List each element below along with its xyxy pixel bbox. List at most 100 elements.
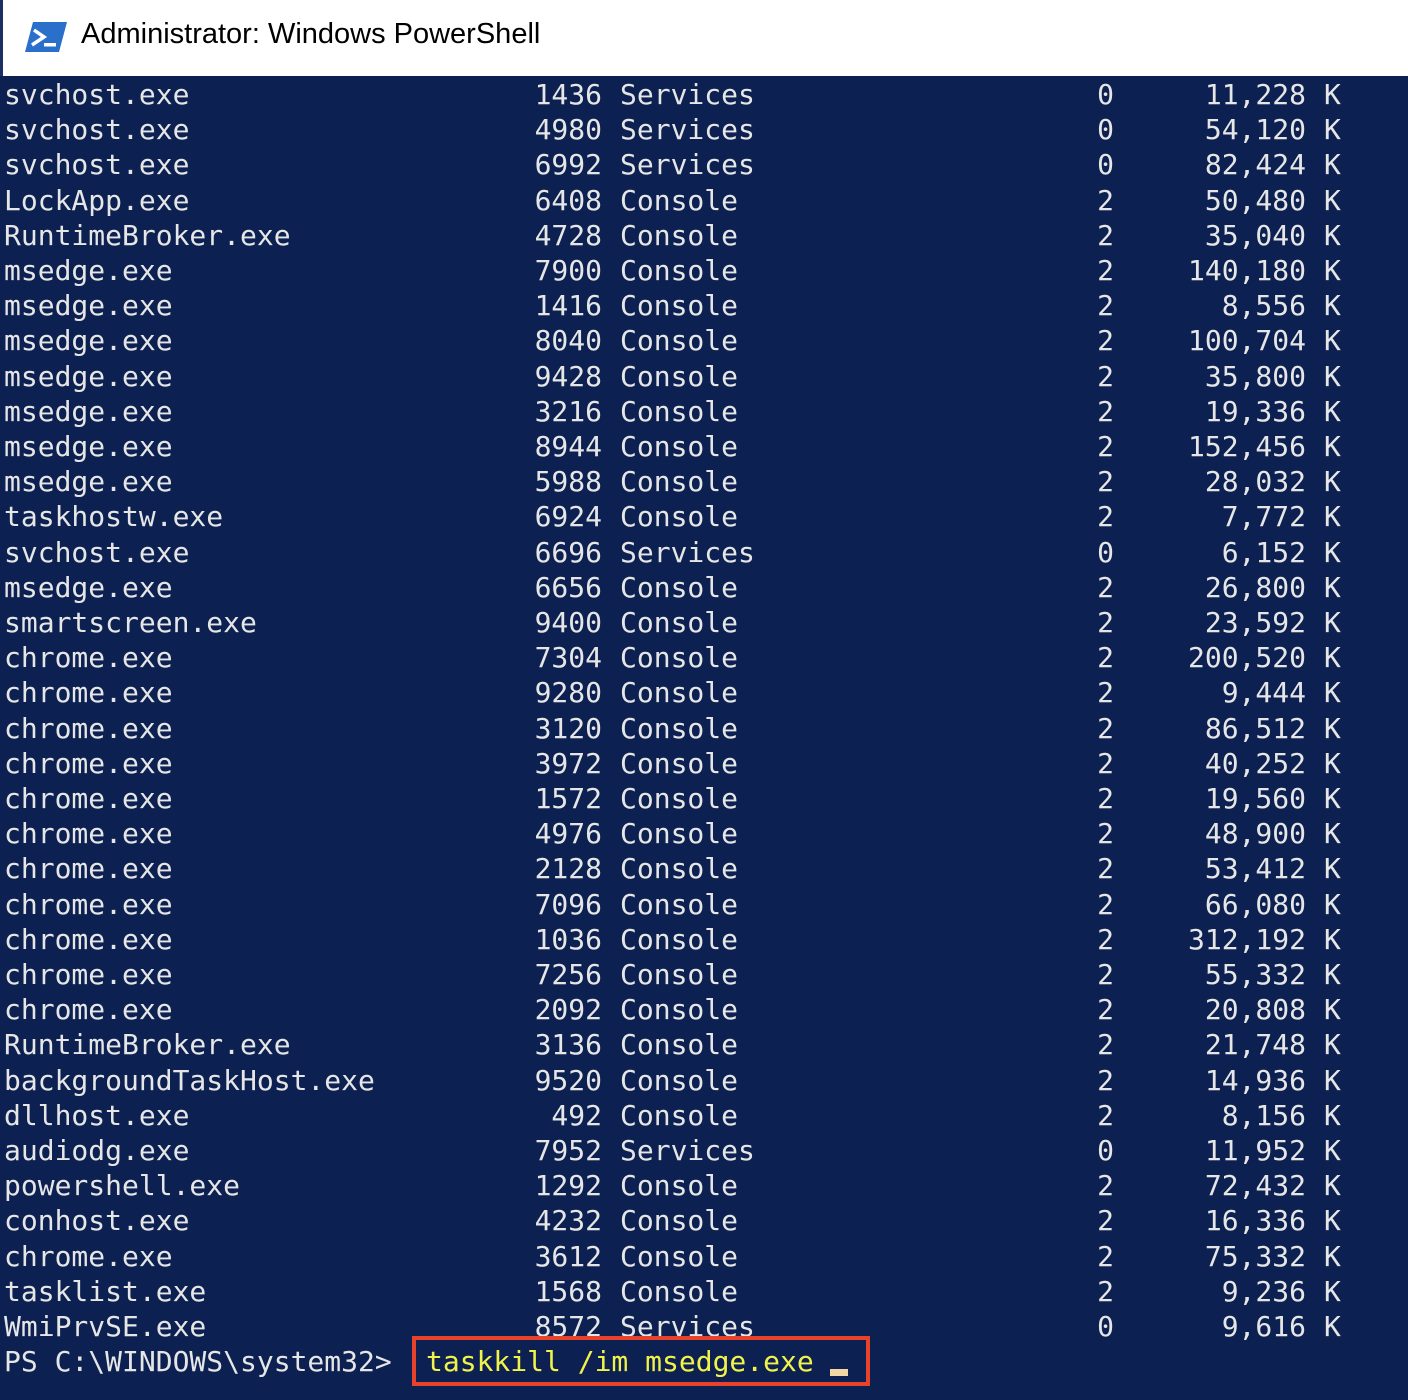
- process-name: chrome.exe: [4, 711, 173, 745]
- session-name: Console: [620, 1204, 739, 1238]
- session-name: Console: [620, 218, 739, 252]
- process-name: msedge.exe: [4, 324, 173, 358]
- memory-unit: K: [1324, 782, 1341, 815]
- session-name: Console: [620, 1274, 739, 1308]
- process-name: chrome.exe: [4, 993, 173, 1027]
- session-number: 0: [1097, 1134, 1114, 1167]
- process-pid: 3612: [534, 1239, 602, 1273]
- process-name: chrome.exe: [4, 746, 173, 780]
- process-pid: 8944: [534, 430, 602, 463]
- process-pid: 6408: [534, 183, 602, 217]
- session-number: 0: [1097, 1310, 1114, 1343]
- memory-usage: 35,040: [1204, 218, 1306, 252]
- session-name: Console: [620, 711, 739, 745]
- process-name: svchost.exe: [4, 113, 190, 147]
- memory-usage: 14,936: [1204, 1063, 1306, 1097]
- prompt-line[interactable]: PS C:\WINDOWS\system32> taskkill /im mse…: [0, 1336, 1408, 1386]
- process-pid: 3972: [534, 746, 602, 780]
- session-name: Console: [620, 887, 739, 921]
- process-row: svchost.exe 6992 Services 0 82,424 K: [0, 147, 1408, 182]
- session-number: 2: [1097, 359, 1114, 393]
- process-name: backgroundTaskHost.exe: [4, 1063, 375, 1097]
- process-row: taskhostw.exe 6924 Console 2 7,772 K: [0, 499, 1408, 534]
- memory-usage: 50,480: [1204, 183, 1306, 217]
- process-row: msedge.exe 9428 Console 2 35,800 K: [0, 359, 1408, 394]
- process-pid: 2092: [534, 993, 602, 1027]
- process-pid: 3216: [534, 394, 602, 428]
- process-pid: 8040: [534, 324, 602, 358]
- session-name: Console: [620, 922, 739, 956]
- memory-unit: K: [1324, 535, 1341, 569]
- process-row: msedge.exe 5988 Console 2 28,032 K: [0, 464, 1408, 499]
- process-pid: 7900: [534, 254, 602, 287]
- session-name: Console: [620, 1169, 739, 1203]
- process-name: WmiPrvSE.exe: [4, 1310, 207, 1343]
- process-row: svchost.exe 4980 Services 0 54,120 K: [0, 112, 1408, 147]
- memory-unit: K: [1324, 465, 1341, 499]
- process-name: svchost.exe: [4, 148, 190, 182]
- process-row: chrome.exe 3120 Console 2 86,512 K: [0, 711, 1408, 746]
- command-input[interactable]: taskkill /im msedge.exe: [426, 1344, 814, 1380]
- session-number: 2: [1097, 289, 1114, 323]
- process-row: chrome.exe 4976 Console 2 48,900 K: [0, 816, 1408, 851]
- process-pid: 6992: [534, 148, 602, 182]
- process-pid: 4976: [534, 817, 602, 851]
- process-name: chrome.exe: [4, 887, 173, 921]
- session-name: Console: [620, 570, 739, 604]
- session-number: 2: [1097, 1028, 1114, 1062]
- process-pid: 9520: [534, 1063, 602, 1097]
- prompt-text: PS C:\WINDOWS\system32>: [4, 1345, 392, 1378]
- process-pid: 492: [551, 1098, 602, 1132]
- process-pid: 7304: [534, 641, 602, 675]
- process-pid: 9280: [534, 676, 602, 710]
- process-row: msedge.exe 8944 Console 2 152,456 K: [0, 429, 1408, 464]
- session-number: 2: [1097, 993, 1114, 1027]
- session-name: Console: [620, 993, 739, 1027]
- process-name: msedge.exe: [4, 570, 173, 604]
- process-pid: 9428: [534, 359, 602, 393]
- process-name: chrome.exe: [4, 817, 173, 851]
- session-name: Console: [620, 183, 739, 217]
- session-name: Console: [620, 606, 739, 639]
- memory-usage: 8,156: [1221, 1098, 1306, 1132]
- process-pid: 1036: [534, 922, 602, 956]
- process-pid: 4728: [534, 218, 602, 252]
- process-name: LockApp.exe: [4, 183, 190, 217]
- memory-unit: K: [1324, 958, 1341, 991]
- session-number: 2: [1097, 922, 1114, 956]
- process-pid: 1436: [534, 78, 602, 111]
- memory-usage: 312,192: [1187, 922, 1306, 956]
- process-name: chrome.exe: [4, 641, 173, 675]
- process-name: RuntimeBroker.exe: [4, 218, 291, 252]
- process-name: msedge.exe: [4, 394, 173, 428]
- session-number: 2: [1097, 782, 1114, 815]
- session-name: Services: [620, 535, 755, 569]
- memory-usage: 26,800: [1204, 570, 1306, 604]
- process-name: msedge.exe: [4, 430, 173, 463]
- memory-unit: K: [1324, 218, 1341, 252]
- memory-usage: 82,424: [1204, 148, 1306, 182]
- process-name: smartscreen.exe: [4, 606, 257, 639]
- process-row: chrome.exe 2092 Console 2 20,808 K: [0, 992, 1408, 1027]
- console-output[interactable]: svchost.exe 1436 Services 0 11,228 Ksvchost.e…: [0, 76, 1408, 1400]
- process-name: chrome.exe: [4, 1239, 173, 1273]
- process-pid: 1572: [534, 782, 602, 815]
- process-name: msedge.exe: [4, 359, 173, 393]
- memory-unit: K: [1324, 1134, 1341, 1167]
- session-number: 2: [1097, 218, 1114, 252]
- session-number: 2: [1097, 570, 1114, 604]
- session-number: 0: [1097, 148, 1114, 182]
- process-name: msedge.exe: [4, 465, 173, 499]
- process-row: smartscreen.exe 9400 Console 2 23,592 K: [0, 605, 1408, 640]
- session-number: 2: [1097, 1063, 1114, 1097]
- title-bar[interactable]: Administrator: Windows PowerShell: [0, 0, 1408, 76]
- process-pid: 7096: [534, 887, 602, 921]
- powershell-icon: [25, 22, 67, 52]
- process-pid: 2128: [534, 852, 602, 886]
- memory-unit: K: [1324, 394, 1341, 428]
- memory-unit: K: [1324, 746, 1341, 780]
- process-row: msedge.exe 6656 Console 2 26,800 K: [0, 570, 1408, 605]
- memory-unit: K: [1324, 922, 1341, 956]
- process-pid: 6696: [534, 535, 602, 569]
- session-number: 2: [1097, 887, 1114, 921]
